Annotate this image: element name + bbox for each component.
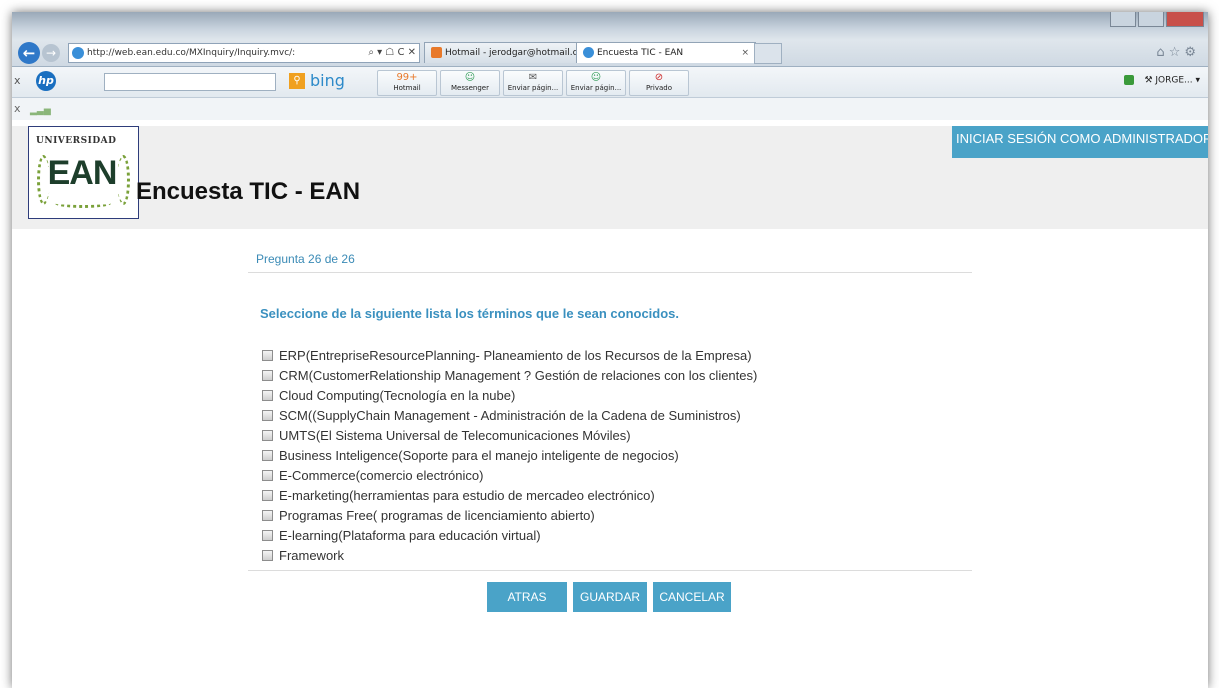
tab-hotmail[interactable]: Hotmail - jerodgar@hotmail.c...	[424, 42, 584, 63]
save-button[interactable]: GUARDAR	[573, 582, 647, 612]
maximize-button[interactable]	[1138, 12, 1164, 27]
checkbox[interactable]	[262, 529, 273, 541]
address-bar[interactable]: http://web.ean.edu.co/MXInquiry/Inquiry.…	[68, 43, 420, 63]
wrench-icon: ⚒	[1144, 75, 1156, 86]
minimize-button[interactable]	[1110, 12, 1136, 27]
checkbox[interactable]	[262, 409, 273, 421]
toolbar-button-send-page-messenger[interactable]: ☺ Enviar págin...	[566, 70, 626, 96]
laurel-right-icon	[117, 155, 130, 205]
address-controls[interactable]: ⌕ ▾ ☖ C ✕	[368, 44, 416, 62]
bing-toolbar: x hp ⚲ bing 99+ Hotmail ☺ Messenger ✉ Envia…	[12, 67, 1208, 98]
checkbox[interactable]	[262, 429, 273, 441]
option-item[interactable]: UMTS(El Sistema Universal de Telecomunic…	[262, 425, 757, 445]
back-button[interactable]: ATRAS	[487, 582, 567, 612]
option-label: Framework	[279, 547, 345, 563]
navigation-bar: ← → http://web.ean.edu.co/MXInquiry/Inqu…	[12, 40, 1208, 67]
close-status-icon[interactable]: x	[14, 102, 21, 115]
close-window-button[interactable]	[1166, 12, 1204, 27]
browser-window: ← → http://web.ean.edu.co/MXInquiry/Inqu…	[12, 12, 1208, 688]
tab-label: Hotmail - jerodgar@hotmail.c...	[445, 48, 584, 58]
option-label: UMTS(El Sistema Universal de Telecomunic…	[279, 427, 631, 443]
checkbox[interactable]	[262, 449, 273, 461]
logo-big-text: EAN	[47, 154, 118, 192]
option-item[interactable]: Framework	[262, 545, 757, 565]
shield-icon	[1124, 75, 1135, 85]
checkbox[interactable]	[262, 349, 273, 361]
hotmail-favicon-icon	[431, 47, 442, 58]
tab-label: Encuesta TIC - EAN	[597, 48, 684, 58]
option-item[interactable]: E-marketing(herramientas para estudio de…	[262, 485, 757, 505]
checkbox[interactable]	[262, 469, 273, 481]
cancel-button[interactable]: CANCELAR	[653, 582, 731, 612]
ie-favicon-icon	[583, 47, 594, 58]
laurel-bottom-icon	[55, 199, 111, 208]
option-label: E-Commerce(comercio electrónico)	[279, 467, 484, 483]
toolbar-button-messenger[interactable]: ☺ Messenger	[440, 70, 500, 96]
option-label: Programas Free( programas de licenciamie…	[279, 507, 595, 523]
new-tab-button[interactable]	[754, 43, 782, 64]
option-item[interactable]: Cloud Computing(Tecnología en la nube)	[262, 385, 757, 405]
option-label: Business Inteligence(Soporte para el man…	[279, 447, 679, 463]
option-item[interactable]: E-learning(Plataforma para educación vir…	[262, 525, 757, 545]
toolbar-button-private[interactable]: ⊘ Privado	[629, 70, 689, 96]
option-label: SCM((SupplyChain Management - Administra…	[279, 407, 741, 423]
checkbox[interactable]	[262, 389, 273, 401]
hotmail-icon: 99+	[396, 72, 418, 83]
window-controls	[1110, 12, 1204, 27]
toolbar-user[interactable]: ⚒ JORGE... ▾	[1124, 75, 1200, 86]
option-item[interactable]: SCM((SupplyChain Management - Administra…	[262, 405, 757, 425]
page-title: Encuesta TIC - EAN	[136, 178, 361, 205]
close-tab-icon[interactable]: ×	[741, 43, 749, 63]
hp-logo[interactable]: hp	[36, 71, 56, 91]
home-icon[interactable]: ⌂	[1156, 45, 1168, 60]
back-arrow-icon[interactable]: ←	[18, 42, 40, 64]
toolbar-button-send-page[interactable]: ✉ Enviar págin...	[503, 70, 563, 96]
option-label: CRM(CustomerRelationship Management ? Ge…	[279, 367, 758, 383]
checkbox[interactable]	[262, 509, 273, 521]
divider	[248, 570, 972, 571]
ie-favicon-icon	[72, 46, 84, 59]
checkbox[interactable]	[262, 549, 273, 561]
option-item[interactable]: CRM(CustomerRelationship Management ? Ge…	[262, 365, 757, 385]
address-text: http://web.ean.edu.co/MXInquiry/Inquiry.…	[87, 48, 296, 58]
forward-arrow-icon[interactable]: →	[42, 44, 60, 62]
toolbar-search-input[interactable]	[104, 73, 276, 91]
private-icon: ⊘	[654, 72, 664, 83]
option-item[interactable]: Programas Free( programas de licenciamie…	[262, 505, 757, 525]
checkbox[interactable]	[262, 489, 273, 501]
option-item[interactable]: E-Commerce(comercio electrónico)	[262, 465, 757, 485]
option-label: Cloud Computing(Tecnología en la nube)	[279, 387, 516, 403]
question-counter: Pregunta 26 de 26	[256, 252, 355, 266]
form-actions: ATRAS GUARDAR CANCELAR	[487, 582, 731, 612]
messenger-icon: ☺	[590, 72, 602, 83]
option-label: E-marketing(herramientas para estudio de…	[279, 487, 655, 503]
checkbox[interactable]	[262, 369, 273, 381]
bing-logo: bing	[310, 71, 345, 90]
admin-login-button[interactable]: INICIAR SESIÓN COMO ADMINISTRADOR	[952, 126, 1208, 158]
messenger-icon: ☺	[464, 72, 476, 83]
bing-search-icon[interactable]: ⚲	[289, 73, 305, 89]
favorites-star-icon[interactable]: ☆	[1169, 45, 1185, 60]
signal-bars-icon: ▂▃▅	[30, 106, 51, 116]
toolbar-button-hotmail[interactable]: 99+ Hotmail	[377, 70, 437, 96]
nav-icons: ⌂☆⚙	[1156, 45, 1200, 60]
title-bar	[12, 12, 1208, 40]
question-text: Seleccione de la siguiente lista los tér…	[260, 306, 680, 321]
divider	[248, 272, 972, 273]
logo-small-text: UNIVERSIDAD	[36, 136, 117, 146]
mail-icon: ✉	[528, 72, 538, 83]
option-item[interactable]: Business Inteligence(Soporte para el man…	[262, 445, 757, 465]
site-header: UNIVERSIDAD EAN Encuesta TIC - EAN INICI…	[12, 126, 1208, 229]
status-row: x ▂▃▅	[12, 98, 1208, 120]
settings-gear-icon[interactable]: ⚙	[1184, 45, 1200, 60]
option-label: ERP(Entreprise​ResourcePlanning- Planeam…	[279, 347, 752, 363]
option-label: E-learning(Plataforma para educación vir…	[279, 527, 541, 543]
university-logo[interactable]: UNIVERSIDAD EAN	[28, 126, 139, 219]
close-toolbar-icon[interactable]: x	[14, 74, 21, 87]
option-item[interactable]: ERP(Entreprise​ResourcePlanning- Planeam…	[262, 345, 757, 365]
options-list: ERP(Entreprise​ResourcePlanning- Planeam…	[262, 345, 757, 565]
tab-encuesta[interactable]: Encuesta TIC - EAN ×	[576, 42, 756, 63]
